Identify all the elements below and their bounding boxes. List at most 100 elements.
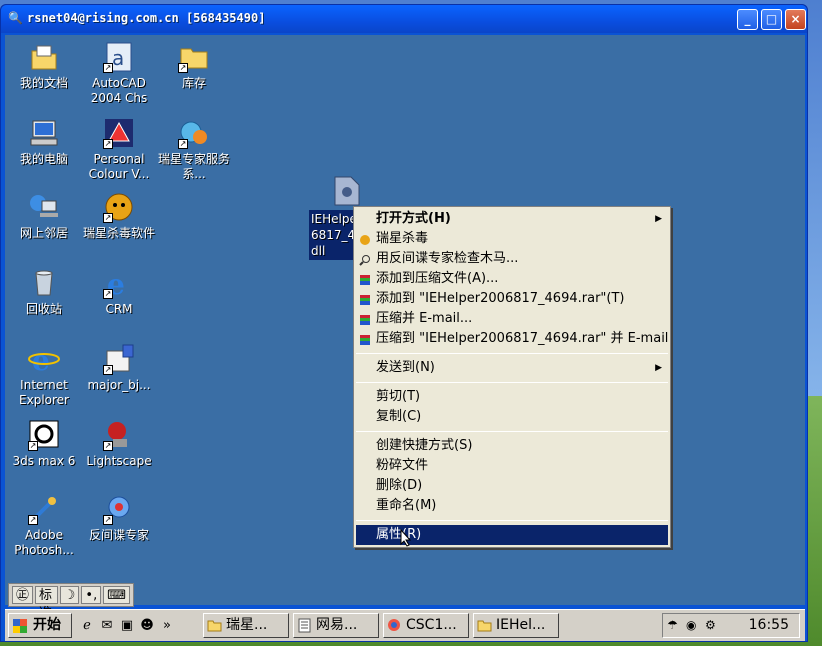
task-button-iehelper[interactable]: IEHel... xyxy=(473,613,559,638)
shortcut-arrow-icon: ↗ xyxy=(103,365,113,375)
language-bar[interactable]: ㊣ 标准 ☽ •, ⌨ xyxy=(8,583,134,621)
rising-expert-icon: ↗ xyxy=(178,117,210,149)
key-icon: 🔍 xyxy=(8,11,23,25)
desktop-icon-lightscape[interactable]: ↗ Lightscape xyxy=(82,419,156,469)
menu-item-delete[interactable]: 删除(D) xyxy=(356,476,668,496)
selected-dll-file[interactable]: IEHelpe 6817_4 dll xyxy=(309,175,360,260)
rar-icon xyxy=(359,273,371,285)
start-button[interactable]: 开始 xyxy=(8,613,72,638)
maximize-button[interactable]: □ xyxy=(761,9,782,30)
soft-keyboard-icon[interactable]: ⌨ xyxy=(103,586,130,604)
menu-item-compress-to-rar-email[interactable]: 压缩到 "IEHelper2006817_4694.rar" 并 E-mail xyxy=(356,329,668,349)
folder-icon xyxy=(477,618,492,633)
task-button-netease[interactable]: 网易... xyxy=(293,613,379,638)
shortcut-arrow-icon: ↗ xyxy=(103,213,113,223)
title-bar[interactable]: 🔍 rsnet04@rising.com.cn [568435490] _ □ … xyxy=(1,5,807,33)
desktop-icon-photoshop[interactable]: ↗ Adobe Photosh... xyxy=(7,493,81,558)
minimize-button[interactable]: _ xyxy=(737,9,758,30)
ime-mode[interactable]: 标准 xyxy=(35,586,58,621)
rar-icon xyxy=(359,293,371,305)
menu-item-cut[interactable]: 剪切(T) xyxy=(356,387,668,407)
desktop-icon-my-computer[interactable]: 我的电脑 xyxy=(7,117,81,167)
context-menu: 打开方式(H) ▶ 瑞星杀毒 用反间谍专家检查木马... 添加到压缩文件(A).… xyxy=(353,206,671,548)
shortcut-arrow-icon: ↗ xyxy=(103,441,113,451)
menu-item-add-to-archive[interactable]: 添加到压缩文件(A)... xyxy=(356,269,668,289)
selected-file-label: IEHelpe 6817_4 dll xyxy=(309,210,359,260)
3ds-max-icon: ↗ xyxy=(28,419,60,451)
menu-item-rename[interactable]: 重命名(M) xyxy=(356,496,668,516)
desktop-icon-anti-spy[interactable]: ↗ 反间谍专家 xyxy=(82,493,156,543)
folder-icon xyxy=(207,618,222,633)
notepad-icon xyxy=(297,618,312,633)
recycle-bin-icon xyxy=(28,267,60,299)
window-title: rsnet04@rising.com.cn [568435490] xyxy=(27,11,266,25)
half-width-icon[interactable]: ☽ xyxy=(59,586,80,604)
desktop-icon-crm[interactable]: e ↗ CRM xyxy=(82,267,156,317)
menu-item-anti-spy-check[interactable]: 用反间谍专家检查木马... xyxy=(356,249,668,269)
submenu-arrow-icon: ▶ xyxy=(655,363,662,373)
desktop-icon-major-bj[interactable]: ↗ major_bj... xyxy=(82,343,156,393)
task-button-rising[interactable]: 瑞星... xyxy=(203,613,289,638)
desktop-icon-network[interactable]: 网上邻居 xyxy=(7,191,81,241)
clock[interactable]: 16:55 xyxy=(749,617,789,633)
task-button-csc[interactable]: CSC1... xyxy=(383,613,469,638)
lightscape-icon: ↗ xyxy=(103,419,135,451)
svg-text:a: a xyxy=(112,46,124,70)
windows-logo-icon xyxy=(13,619,27,633)
submenu-arrow-icon: ▶ xyxy=(655,214,662,224)
ie-icon: e ↗ xyxy=(103,267,135,301)
shortcut-arrow-icon: ↗ xyxy=(178,63,188,73)
menu-item-create-shortcut[interactable]: 创建快捷方式(S) xyxy=(356,436,668,456)
mouse-cursor-icon xyxy=(400,529,412,547)
umbrella-tray-icon[interactable]: ☂ xyxy=(667,618,683,634)
photoshop-icon: ↗ xyxy=(28,493,60,525)
menu-item-copy[interactable]: 复制(C) xyxy=(356,407,668,427)
menu-item-rising-scan[interactable]: 瑞星杀毒 xyxy=(356,229,668,249)
menu-item-properties[interactable]: 属性(R) xyxy=(356,525,668,547)
punctuation-icon[interactable]: •, xyxy=(81,586,102,604)
color-wheel-tray-icon[interactable]: ◉ xyxy=(686,618,702,634)
desktop-icon-inventory-folder[interactable]: ↗ 库存 xyxy=(157,41,231,91)
menu-separator xyxy=(356,431,668,432)
menu-item-shred-file[interactable]: 粉碎文件 xyxy=(356,456,668,476)
rising-icon xyxy=(359,233,371,245)
autocad-icon: a ↗ xyxy=(103,41,135,73)
outlook-quicklaunch-icon[interactable]: ✉ xyxy=(99,618,115,634)
magnifier-icon xyxy=(359,253,371,266)
desktop-icon-autocad[interactable]: a ↗ AutoCAD 2004 Chs xyxy=(82,41,156,106)
personal-colour-icon: ↗ xyxy=(103,117,135,149)
menu-item-open-with[interactable]: 打开方式(H) ▶ xyxy=(356,209,668,229)
shortcut-arrow-icon: ↗ xyxy=(103,515,113,525)
desktop-quicklaunch-icon[interactable]: ▣ xyxy=(119,618,135,634)
folder-icon: ↗ xyxy=(178,41,210,73)
internet-explorer-icon: e xyxy=(28,343,60,377)
desktop-icon-rising-expert[interactable]: ↗ 瑞星专家服务系... xyxy=(157,117,231,182)
menu-separator xyxy=(356,353,668,354)
menu-item-compress-email[interactable]: 压缩并 E-mail... xyxy=(356,309,668,329)
anti-spy-icon: ↗ xyxy=(103,493,135,525)
desktop-icon-recycle-bin[interactable]: 回收站 xyxy=(7,267,81,317)
rising-antivirus-icon: ↗ xyxy=(103,191,135,223)
close-button[interactable]: × xyxy=(785,9,806,30)
desktop-icon-rising-antivirus[interactable]: ↗ 瑞星杀毒软件 xyxy=(82,191,156,241)
csc-app-icon xyxy=(387,618,402,633)
ime-icon[interactable]: ㊣ xyxy=(12,586,34,604)
desktop-icon-my-documents[interactable]: 我的文档 xyxy=(7,41,81,91)
rising-quicklaunch-icon[interactable]: ☻ xyxy=(139,618,155,634)
desktop-icon-ie[interactable]: e Internet Explorer xyxy=(7,343,81,408)
more-chevron-icon[interactable]: » xyxy=(159,618,175,634)
system-tray: ☂ ◉ ⚙ 16:55 xyxy=(662,613,800,638)
menu-item-add-to-rar[interactable]: 添加到 "IEHelper2006817_4694.rar"(T) xyxy=(356,289,668,309)
menu-separator xyxy=(356,520,668,521)
network-tray-icon[interactable]: ⚙ xyxy=(705,618,721,634)
svg-text:e: e xyxy=(32,344,50,375)
my-computer-icon xyxy=(28,117,60,149)
taskbar: 开始 ℯ ✉ ▣ ☻ » 瑞星... 网易... CSC1... IEHel..… xyxy=(5,609,805,641)
desktop-icon-personal-colour[interactable]: ↗ Personal Colour V... xyxy=(82,117,156,182)
ie-quicklaunch-icon[interactable]: ℯ xyxy=(79,618,95,634)
menu-separator xyxy=(356,382,668,383)
remote-desktop-window: 🔍 rsnet04@rising.com.cn [568435490] _ □ … xyxy=(0,4,808,642)
quick-launch: ℯ ✉ ▣ ☻ » xyxy=(79,614,175,638)
desktop-icon-3ds-max[interactable]: ↗ 3ds max 6 xyxy=(7,419,81,469)
menu-item-send-to[interactable]: 发送到(N) ▶ xyxy=(356,358,668,378)
